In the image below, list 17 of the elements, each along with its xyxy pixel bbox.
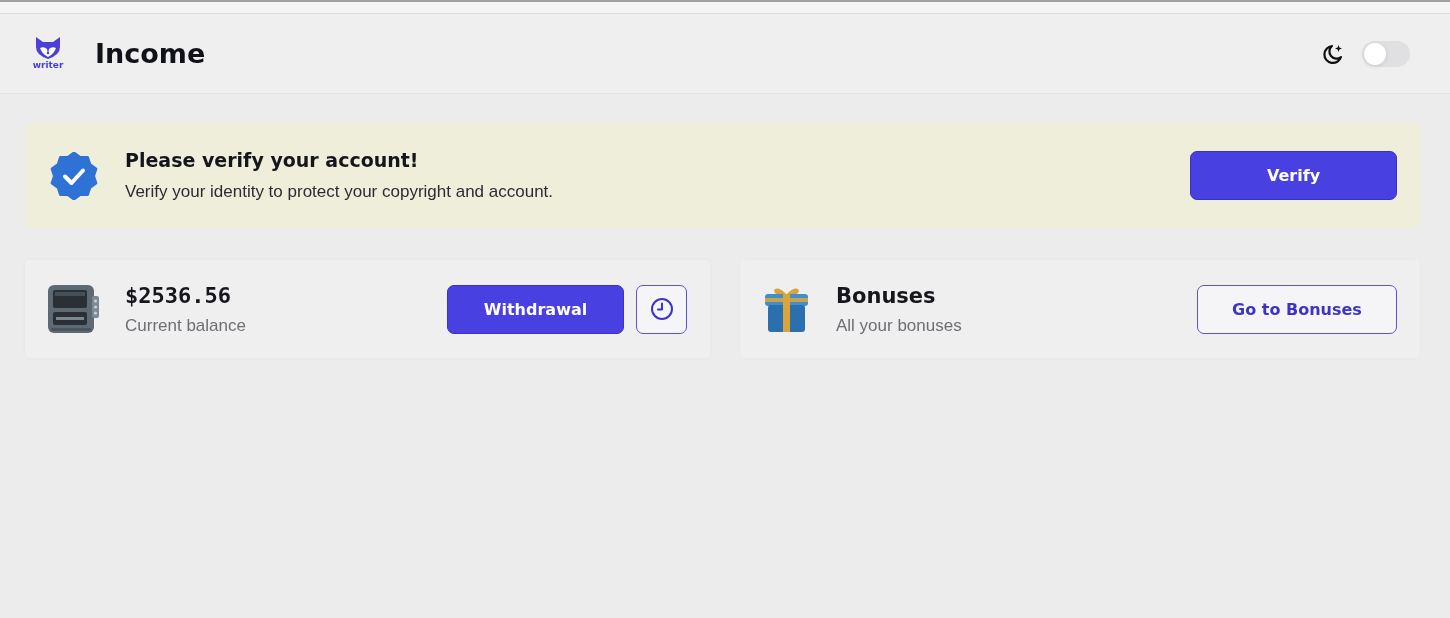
fox-head-icon (34, 36, 62, 60)
verified-badge-icon (50, 151, 98, 200)
dark-mode-toggle[interactable] (1362, 40, 1410, 67)
balance-amount: $2536.56 (125, 281, 231, 310)
history-button[interactable] (636, 284, 687, 334)
logo-text: writer (32, 60, 64, 71)
banner-title: Please verify your account! (125, 148, 419, 172)
balance-caption: Current balance (125, 314, 246, 337)
banner-message: Verify your identity to protect your copyright and account. (125, 181, 554, 203)
bonuses-title: Bonuses (836, 282, 936, 310)
go-to-bonuses-button[interactable]: Go to Bonuses (1197, 284, 1397, 334)
atm-icon (47, 284, 100, 334)
withdrawal-button[interactable]: Withdrawal (447, 284, 624, 334)
clock-icon (649, 297, 674, 321)
bonuses-caption: All your bonuses (836, 314, 962, 337)
page-title: Income (95, 36, 206, 71)
verify-button[interactable]: Verify (1190, 151, 1397, 200)
